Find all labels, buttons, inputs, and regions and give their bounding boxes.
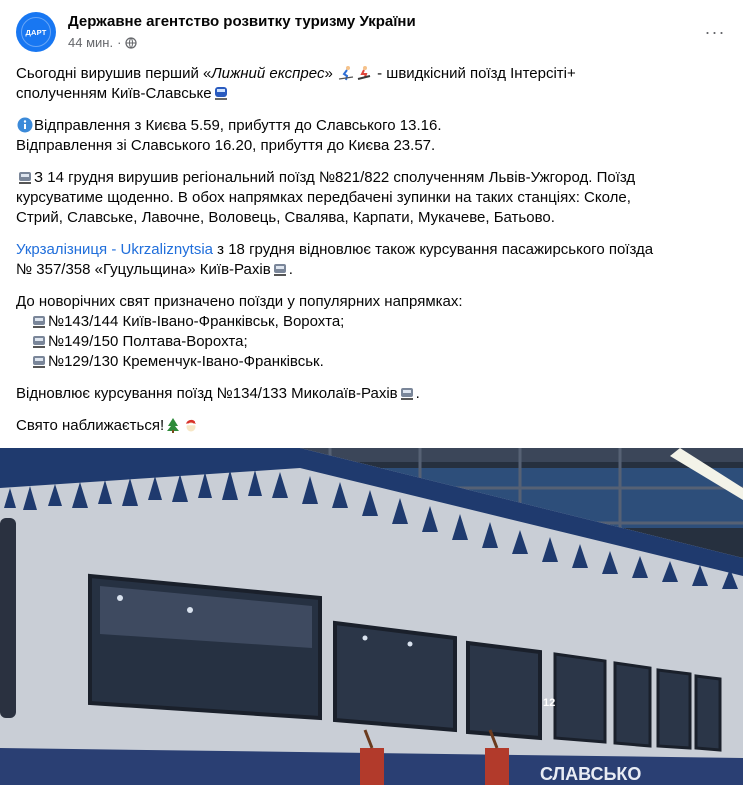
page-avatar[interactable]: ДАРТ xyxy=(16,12,56,52)
text-segment: з 18 грудня відновлює також курсування п… xyxy=(213,241,654,258)
car-number: 12 xyxy=(543,697,555,709)
train-icon xyxy=(400,388,413,400)
paragraph-mykolaiv-rakhiv: Відновлює курсування поїзд №134/133 Мико… xyxy=(16,384,727,404)
post-time[interactable]: 44 мин. xyxy=(68,35,113,50)
window xyxy=(613,661,652,748)
text-segment: . xyxy=(288,261,293,278)
post-body: Сьогодні вирушив перший «Лижний експрес»… xyxy=(16,64,727,436)
regional-line-2: курсуватиме щоденно. В обох напрямках пе… xyxy=(16,189,631,206)
train-icon xyxy=(33,356,45,368)
text-segment: Відновлює курсування поїзд №134/133 Мико… xyxy=(16,385,398,402)
text-segment: » xyxy=(324,65,337,82)
window xyxy=(553,652,607,744)
paragraph-regional-train: З 14 грудня вирушив регіональний поїзд №… xyxy=(16,168,727,228)
paragraph-holiday: Свято наближається! xyxy=(16,416,727,436)
text-segment: - швидкісний поїзд Інтерсіті+ xyxy=(372,65,576,82)
train-photo-image: 12 СЛАВСЬКО xyxy=(0,448,743,785)
tree-icon xyxy=(167,418,180,433)
train-icon xyxy=(214,87,227,100)
holiday-text: Свято наближається! xyxy=(16,417,165,434)
new-year-intro: До новорічних свят призначено поїзди у п… xyxy=(16,293,463,310)
italic-text: Лижний експрес xyxy=(211,65,325,82)
post-meta: 44 мин. · xyxy=(68,35,138,50)
window xyxy=(466,640,542,741)
more-icon: ··· xyxy=(704,21,726,42)
meta-separator: · xyxy=(117,35,122,50)
regional-line-1: З 14 грудня вирушив регіональний поїзд №… xyxy=(34,169,636,186)
list-item-text: №129/130 Кременчук-Івано-Франківськ. xyxy=(48,353,324,370)
globe-icon xyxy=(125,36,138,49)
list-item: №143/144 Київ-Івано-Франківськ, Ворохта; xyxy=(16,312,727,332)
avatar-ring xyxy=(21,17,51,47)
door-window xyxy=(0,518,16,718)
paragraph-lyzhnyi-ekspres: Сьогодні вирушив перший «Лижний експрес»… xyxy=(16,64,727,104)
schedule-line-2: Відправлення зі Славського 16.20, прибут… xyxy=(16,137,436,154)
santa-icon xyxy=(186,419,199,432)
window xyxy=(694,674,722,752)
train-icon xyxy=(33,336,45,348)
skier-icon xyxy=(338,66,354,81)
snowboarder-icon xyxy=(357,66,371,80)
post-header: ДАРТ Державне агентство розвитку туризму… xyxy=(16,12,727,56)
paragraph-new-year-trains: До новорічних свят призначено поїзди у п… xyxy=(16,292,727,372)
list-item-text: №143/144 Київ-Івано-Франківськ, Ворохта; xyxy=(48,313,345,330)
train-icon xyxy=(273,264,286,276)
more-options-button[interactable]: ··· xyxy=(703,20,727,44)
text-segment: № 357/358 «Гуцульщина» Київ-Рахів xyxy=(16,261,271,278)
car-sign: СЛАВСЬКО xyxy=(540,764,641,784)
paragraph-schedule: Відправлення з Києва 5.59, прибуття до С… xyxy=(16,116,727,156)
window xyxy=(333,620,457,733)
text-segment: Сьогодні вирушив перший « xyxy=(16,65,212,82)
list-item-text: №149/150 Полтава-Ворохта; xyxy=(48,333,248,350)
train-icon xyxy=(19,172,31,184)
window xyxy=(656,668,692,750)
paragraph-hutsulshchyna: Укрзалізниця - Ukrzaliznytsia з 18 грудн… xyxy=(16,240,727,280)
schedule-line-1: Відправлення з Києва 5.59, прибуття до С… xyxy=(34,117,442,134)
ukrzaliznytsia-link[interactable]: Укрзалізниця - Ukrzaliznytsia xyxy=(16,241,213,258)
info-icon xyxy=(17,117,33,133)
list-item: №149/150 Полтава-Ворохта; xyxy=(16,332,727,352)
page-name-link[interactable]: Державне агентство розвитку туризму Укра… xyxy=(68,13,416,30)
post-photo[interactable]: 12 СЛАВСЬКО xyxy=(0,448,743,785)
text-segment: . xyxy=(415,385,420,402)
list-item: №129/130 Кременчук-Івано-Франківськ. xyxy=(16,352,727,372)
text-segment: сполученням Київ-Славське xyxy=(16,85,212,102)
train-icon xyxy=(33,316,45,328)
regional-line-3: Стрий, Славське, Лавочне, Воловець, Свал… xyxy=(16,209,555,226)
